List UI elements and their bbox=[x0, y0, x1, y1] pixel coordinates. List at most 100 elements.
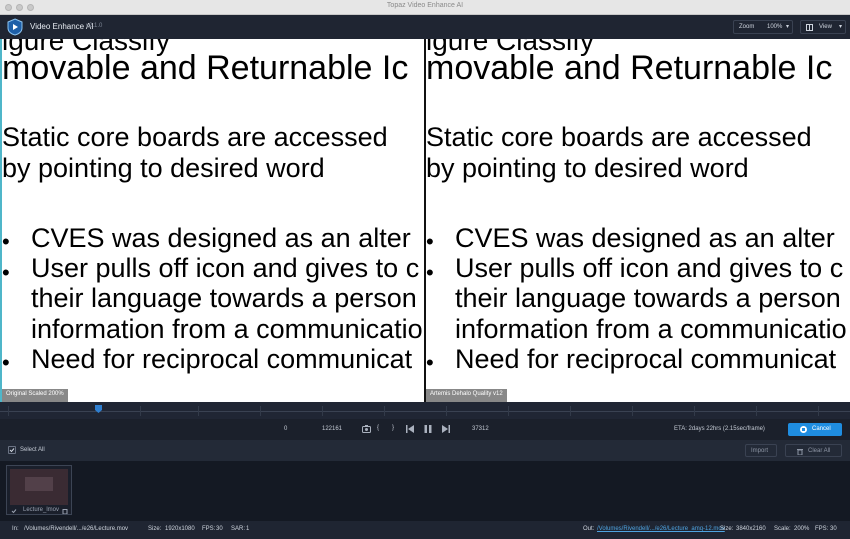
slide-bullet-2-line-1: User pulls off icon and gives to c bbox=[455, 253, 844, 283]
enhanced-preview-pane[interactable]: igure Classify movable and Returnable Ic… bbox=[426, 39, 850, 402]
app-name: Video Enhance AI bbox=[30, 22, 94, 31]
cancel-label: Cancel bbox=[812, 426, 831, 432]
cancel-icon bbox=[800, 426, 807, 433]
slide-bullet-3: Need for reciprocal communicat bbox=[455, 344, 837, 374]
slide-bullet-1: CVES was designed as an alter bbox=[455, 223, 835, 253]
slide-bullet-2-line-2: their language towards a person bbox=[455, 283, 841, 313]
status-bar: In: /Volumes/Rivendell/.../e26/Lecture.m… bbox=[0, 521, 850, 539]
timeline-tick bbox=[446, 406, 447, 416]
slide-bullet-3: Need for reciprocal communicat bbox=[31, 344, 413, 374]
app-toolbar: Video Enhance AI v2.1.0 Zoom 100% ▾ View… bbox=[0, 15, 850, 39]
timeline-scrubber[interactable] bbox=[0, 402, 850, 419]
playback-controls: 0 122161 { } 37312 ETA: 2days 22hrs (2.1… bbox=[0, 419, 850, 440]
timeline-track bbox=[0, 411, 850, 412]
timeline-tick bbox=[198, 406, 199, 416]
window-titlebar: Topaz Video Enhance AI bbox=[0, 0, 850, 15]
end-frame: 37312 bbox=[472, 426, 489, 432]
sar-value: 1 bbox=[246, 526, 250, 532]
timeline-tick bbox=[818, 406, 819, 416]
thumbnail-filename: Lecture_lmov bbox=[23, 507, 60, 513]
playhead-handle[interactable] bbox=[95, 405, 102, 413]
input-size-value: 1920x1080 bbox=[165, 526, 195, 532]
thumbnail-image bbox=[10, 469, 68, 505]
slide-bullet-2-line-1: User pulls off icon and gives to c bbox=[31, 253, 420, 283]
input-path: /Volumes/Rivendell/.../e26/Lecture.mov bbox=[24, 526, 129, 532]
clear-all-label: Clear All bbox=[808, 448, 831, 454]
import-button[interactable]: Import bbox=[745, 444, 777, 457]
timeline-tick bbox=[260, 406, 261, 416]
zoom-label: Zoom bbox=[739, 24, 755, 30]
input-fps-label: FPS: bbox=[202, 526, 216, 532]
input-size-label: Size: bbox=[148, 526, 162, 532]
slide-heading: movable and Returnable Ic bbox=[426, 49, 833, 87]
camera-icon[interactable] bbox=[362, 425, 371, 433]
step-forward-icon[interactable] bbox=[441, 425, 450, 433]
select-all-checkbox[interactable] bbox=[8, 446, 16, 454]
bullet-dot: • bbox=[2, 350, 10, 375]
timeline-tick bbox=[8, 406, 9, 416]
slide-bullet-1: CVES was designed as an alter bbox=[31, 223, 411, 253]
timeline-tick bbox=[140, 406, 141, 416]
check-icon[interactable] bbox=[11, 508, 17, 514]
app-version: v2.1.0 bbox=[86, 23, 103, 29]
cancel-button[interactable]: Cancel bbox=[788, 423, 842, 436]
bullet-dot: • bbox=[426, 350, 434, 375]
output-path-link[interactable]: /Volumes/Rivendell/.../e26/Lecture_amq-1… bbox=[597, 526, 725, 532]
original-preview-pane[interactable]: igure Classify movable and Returnable Ic… bbox=[0, 39, 424, 402]
enhanced-pane-label: Artemis Dehalo Quality v12 bbox=[426, 389, 507, 402]
set-out-point-icon[interactable]: } bbox=[392, 425, 394, 431]
video-thumbnail[interactable]: Lecture_lmov bbox=[6, 465, 72, 515]
pause-icon[interactable] bbox=[424, 425, 432, 433]
video-queue: Lecture_lmov bbox=[0, 461, 850, 521]
chevron-down-icon: ▾ bbox=[786, 24, 790, 30]
split-view-icon bbox=[806, 24, 813, 31]
slide-bullet-2-line-2: their language towards a person bbox=[31, 283, 417, 313]
output-fps-label: FPS: bbox=[815, 526, 829, 532]
scale-value: 200% bbox=[794, 526, 810, 532]
zoom-value: 100% bbox=[767, 24, 783, 30]
zoom-dropdown[interactable]: Zoom 100% ▾ bbox=[733, 20, 793, 34]
timeline-tick bbox=[756, 406, 757, 416]
chevron-down-icon: ▾ bbox=[839, 24, 843, 30]
timeline-tick bbox=[508, 406, 509, 416]
set-in-point-icon[interactable]: { bbox=[377, 425, 379, 431]
timeline-tick bbox=[694, 406, 695, 416]
topaz-logo-icon bbox=[7, 18, 23, 36]
import-label: Import bbox=[751, 448, 769, 454]
trash-icon[interactable] bbox=[62, 508, 68, 514]
slide-bullet-2-line-3: information from a communicatio bbox=[31, 314, 423, 344]
trash-icon bbox=[797, 449, 803, 455]
output-fps-value: 30 bbox=[830, 526, 837, 532]
view-dropdown[interactable]: View ▾ bbox=[800, 20, 846, 34]
slide-lead-line-1: Static core boards are accessed bbox=[2, 122, 388, 152]
slide-lead-line-2: by pointing to desired word bbox=[2, 153, 325, 183]
select-all-label[interactable]: Select All bbox=[20, 447, 45, 453]
queue-header: Select All Import Clear All bbox=[0, 440, 850, 461]
input-label: In: bbox=[12, 526, 19, 532]
timeline-tick bbox=[322, 406, 323, 416]
output-label: Out: bbox=[583, 526, 595, 532]
bullet-dot: • bbox=[426, 260, 434, 285]
clear-all-button[interactable]: Clear All bbox=[785, 444, 842, 457]
check-icon bbox=[9, 448, 15, 453]
thumbnail-detail bbox=[25, 477, 53, 491]
start-frame: 0 bbox=[284, 426, 288, 432]
slide-lead-line-2: by pointing to desired word bbox=[426, 153, 749, 183]
input-fps-value: 30 bbox=[216, 526, 223, 532]
slide-lead-line-1: Static core boards are accessed bbox=[426, 122, 812, 152]
timeline-tick bbox=[632, 406, 633, 416]
step-back-icon[interactable] bbox=[406, 425, 415, 433]
bullet-dot: • bbox=[2, 229, 10, 254]
slide-bullet-2-line-3: information from a communicatio bbox=[455, 314, 847, 344]
bullet-dot: • bbox=[426, 229, 434, 254]
eta-text: ETA: 2days 22hrs (2.15sec/frame) bbox=[674, 426, 765, 432]
sar-label: SAR: bbox=[231, 526, 246, 532]
timeline-tick bbox=[570, 406, 571, 416]
scale-label: Scale: bbox=[774, 526, 791, 532]
current-frame: 122161 bbox=[322, 426, 343, 432]
original-pane-label: Original Scaled 200% bbox=[2, 389, 68, 402]
window-title: Topaz Video Enhance AI bbox=[386, 2, 464, 9]
view-label: View bbox=[819, 24, 832, 30]
output-size-label: Size: bbox=[720, 526, 734, 532]
timeline-tick bbox=[384, 406, 385, 416]
